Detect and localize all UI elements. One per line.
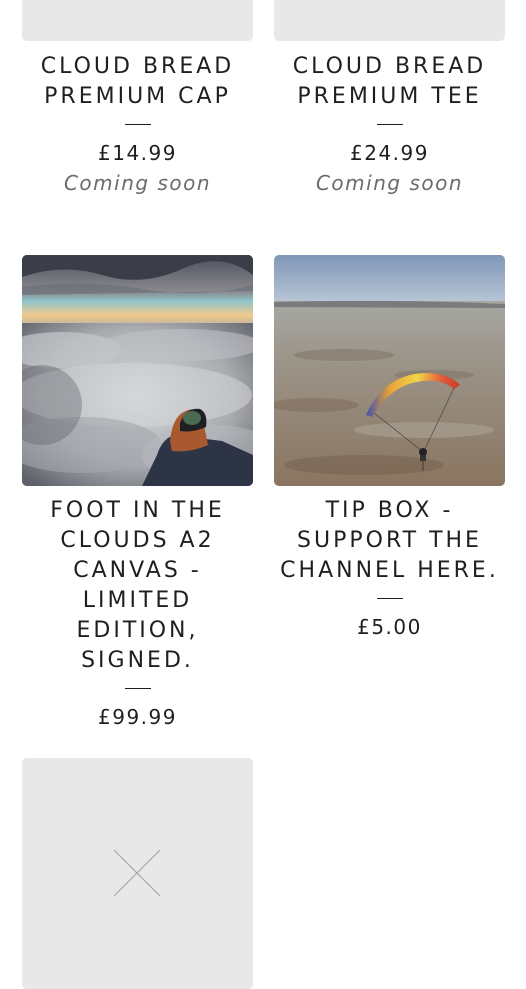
title-divider xyxy=(376,124,403,125)
title-divider xyxy=(124,688,151,689)
product-image-paramotor-beach[interactable] xyxy=(274,255,505,486)
product-image-placeholder[interactable] xyxy=(22,758,253,989)
product-title[interactable]: CLOUD BREAD PREMIUM TEE xyxy=(274,52,505,112)
product-image-foot-in-clouds[interactable] xyxy=(22,255,253,486)
foot-above-clouds-photo xyxy=(22,255,253,486)
missing-image-icon xyxy=(22,758,253,989)
product-grid: CLOUD BREAD PREMIUM CAP £14.99 Coming so… xyxy=(0,0,526,989)
product-price: £5.00 xyxy=(357,615,422,639)
product-image-placeholder[interactable] xyxy=(22,0,253,41)
availability-status: Coming soon xyxy=(315,171,464,195)
paramotor-beach-photo xyxy=(274,255,505,486)
product-title[interactable]: FOOT IN THE CLOUDS A2 CANVAS - LIMITED E… xyxy=(22,496,253,676)
title-divider xyxy=(124,124,151,125)
product-price: £99.99 xyxy=(98,705,177,729)
product-title[interactable]: TIP BOX - SUPPORT THE CHANNEL HERE. xyxy=(274,496,505,586)
availability-status: Coming soon xyxy=(63,171,212,195)
product-price: £14.99 xyxy=(98,141,177,165)
product-title[interactable]: CLOUD BREAD PREMIUM CAP xyxy=(22,52,253,112)
product-price: £24.99 xyxy=(350,141,429,165)
product-image-placeholder[interactable] xyxy=(274,0,505,41)
title-divider xyxy=(376,598,403,599)
